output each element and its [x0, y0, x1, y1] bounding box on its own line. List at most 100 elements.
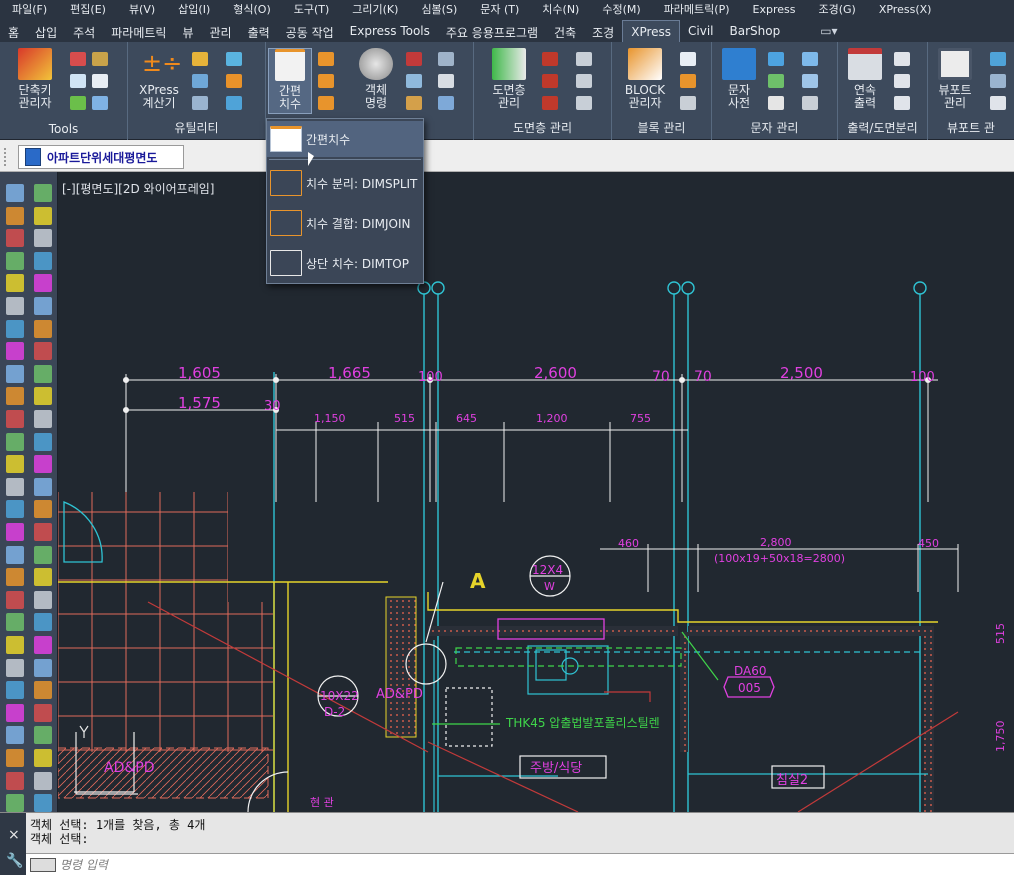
- menu-parametric[interactable]: 파라메트릭(P): [652, 1, 741, 17]
- command-input[interactable]: 명령 입력: [60, 856, 108, 873]
- pdf-icon[interactable]: [894, 52, 910, 66]
- layer-manager-button[interactable]: 도면층 관리: [482, 48, 536, 114]
- menu-item-dimtop[interactable]: 상단 치수: DIMTOP: [267, 245, 423, 281]
- offset-icon[interactable]: [406, 96, 422, 110]
- line-icon[interactable]: [192, 96, 208, 110]
- command-input-bar[interactable]: 명령 입력: [26, 853, 1014, 875]
- menu-file[interactable]: 파일(F): [0, 1, 58, 17]
- tab-parametric[interactable]: 파라메트릭: [103, 20, 174, 42]
- extend-icon[interactable]: [438, 96, 454, 110]
- viewport-manager-button[interactable]: 뷰포트 관리: [928, 48, 982, 114]
- tab-output[interactable]: 출력: [240, 20, 278, 42]
- tab-civil[interactable]: Civil: [680, 20, 721, 42]
- text-list-icon[interactable]: [802, 96, 818, 110]
- toolbar-tool-icon[interactable]: [34, 658, 52, 677]
- menu-item-dimsplit[interactable]: 치수 분리: DIMSPLIT: [267, 165, 423, 201]
- tab-landscape[interactable]: 조경: [584, 20, 622, 42]
- toolbar-tool-icon[interactable]: [6, 297, 24, 315]
- block-delete-icon[interactable]: [680, 96, 696, 110]
- toolbar-tool-icon[interactable]: [6, 771, 24, 790]
- tab-view[interactable]: 뷰: [174, 20, 201, 42]
- menu-landscape[interactable]: 조경(G): [806, 1, 866, 17]
- toolbar-tool-icon[interactable]: [6, 184, 24, 202]
- toolbar-tool-icon[interactable]: [6, 636, 24, 654]
- toolbar-tool-icon[interactable]: [34, 794, 52, 813]
- toolbar-tool-icon[interactable]: [34, 703, 52, 722]
- viewport-scale-icon[interactable]: [990, 96, 1006, 110]
- toolbar-tool-icon[interactable]: [34, 410, 52, 428]
- toolbar-tool-icon[interactable]: [34, 387, 52, 406]
- menu-format[interactable]: 형식(O): [221, 1, 281, 17]
- toolbar-tool-icon[interactable]: [34, 523, 52, 541]
- toolbar-tool-icon[interactable]: [34, 206, 52, 225]
- toolbar-tool-icon[interactable]: [34, 364, 52, 383]
- tab-express-tools[interactable]: Express Tools: [342, 20, 438, 42]
- toolbar-tool-icon[interactable]: [34, 636, 52, 654]
- viewport-add-icon[interactable]: [990, 52, 1006, 66]
- menu-tools[interactable]: 도구(T): [282, 1, 341, 17]
- layer-off-icon[interactable]: [542, 52, 558, 66]
- toolbar-tool-icon[interactable]: [6, 432, 24, 451]
- toolbar-tool-icon[interactable]: [6, 681, 24, 700]
- toolbar-tool-icon[interactable]: [6, 410, 24, 428]
- text-dictionary-button[interactable]: 문자 사전: [712, 48, 766, 114]
- toolbar-tool-icon[interactable]: [34, 590, 52, 609]
- spell-check-icon[interactable]: [802, 74, 818, 88]
- area-icon[interactable]: [192, 52, 208, 66]
- toolbar-tool-icon[interactable]: [6, 229, 24, 248]
- toolbar-tool-icon[interactable]: [34, 545, 52, 564]
- toolbar-tool-icon[interactable]: [6, 251, 24, 270]
- layer-thaw-icon[interactable]: [576, 96, 592, 110]
- properties-icon[interactable]: [92, 96, 108, 110]
- batch-print-button[interactable]: 연속 출력: [838, 48, 892, 114]
- toolbar-tool-icon[interactable]: [34, 749, 52, 767]
- viewport-grid-icon[interactable]: [990, 74, 1006, 88]
- toolbar-tool-icon[interactable]: [6, 613, 24, 632]
- toolbar-tool-icon[interactable]: [6, 590, 24, 609]
- menu-symbol[interactable]: 심볼(S): [409, 1, 468, 17]
- ribbon-minimize-icon[interactable]: ▭▾: [812, 20, 845, 42]
- toolbar-tool-icon[interactable]: [34, 432, 52, 451]
- toolbar-tool-icon[interactable]: [34, 274, 52, 293]
- tab-annotate[interactable]: 주석: [65, 20, 103, 42]
- tab-featured-apps[interactable]: 주요 응용프로그램: [438, 20, 546, 42]
- tab-xpress[interactable]: XPress: [622, 20, 681, 42]
- coordinate-icon[interactable]: [192, 74, 208, 88]
- text-style-icon[interactable]: [92, 74, 108, 88]
- layer-on-icon[interactable]: [576, 52, 592, 66]
- mirror-icon[interactable]: [438, 74, 454, 88]
- array-icon[interactable]: [226, 96, 242, 110]
- toolbar-tool-icon[interactable]: [34, 613, 52, 632]
- drawing-canvas[interactable]: 1,605 1,665 100 2,600 70 70 2,500 100 1,…: [58, 172, 1014, 812]
- split-drawing-icon[interactable]: [894, 96, 910, 110]
- move-icon[interactable]: [406, 74, 422, 88]
- text-align-icon[interactable]: [768, 74, 784, 88]
- document-tab[interactable]: 아파트단위세대평면도: [18, 145, 184, 169]
- toolbar-tool-icon[interactable]: [34, 184, 52, 202]
- edit-icon[interactable]: [70, 74, 86, 88]
- tab-home[interactable]: 홈: [0, 20, 27, 42]
- tab-barshop[interactable]: BarShop: [722, 20, 789, 42]
- toolbar-tool-icon[interactable]: [6, 455, 24, 474]
- quick-dimension-button[interactable]: 간편 치수: [268, 48, 312, 114]
- menu-edit[interactable]: 편집(E): [58, 1, 117, 17]
- tab-insert[interactable]: 삽입: [27, 20, 65, 42]
- menu-express[interactable]: Express: [741, 3, 807, 16]
- curve-icon[interactable]: [226, 52, 242, 66]
- block-edit-icon[interactable]: [680, 52, 696, 66]
- tab-collaborate[interactable]: 공동 작업: [278, 20, 342, 42]
- toolbar-tool-icon[interactable]: [6, 342, 24, 361]
- text-replace-icon[interactable]: [802, 52, 818, 66]
- copy-layout-icon[interactable]: [894, 74, 910, 88]
- dim-split-icon[interactable]: [318, 52, 334, 66]
- toolbar-tool-icon[interactable]: [34, 771, 52, 790]
- object-command-button[interactable]: 객체 명령: [352, 48, 400, 114]
- toolbar-tool-icon[interactable]: [34, 342, 52, 361]
- toolbar-tool-icon[interactable]: [34, 726, 52, 745]
- toolbar-tool-icon[interactable]: [34, 455, 52, 474]
- layer-lock-icon[interactable]: [542, 74, 558, 88]
- menu-view[interactable]: 뷰(V): [117, 1, 166, 17]
- toolbar-tool-icon[interactable]: [6, 319, 24, 338]
- layer-unlock-icon[interactable]: [576, 74, 592, 88]
- tab-manage[interactable]: 관리: [201, 20, 239, 42]
